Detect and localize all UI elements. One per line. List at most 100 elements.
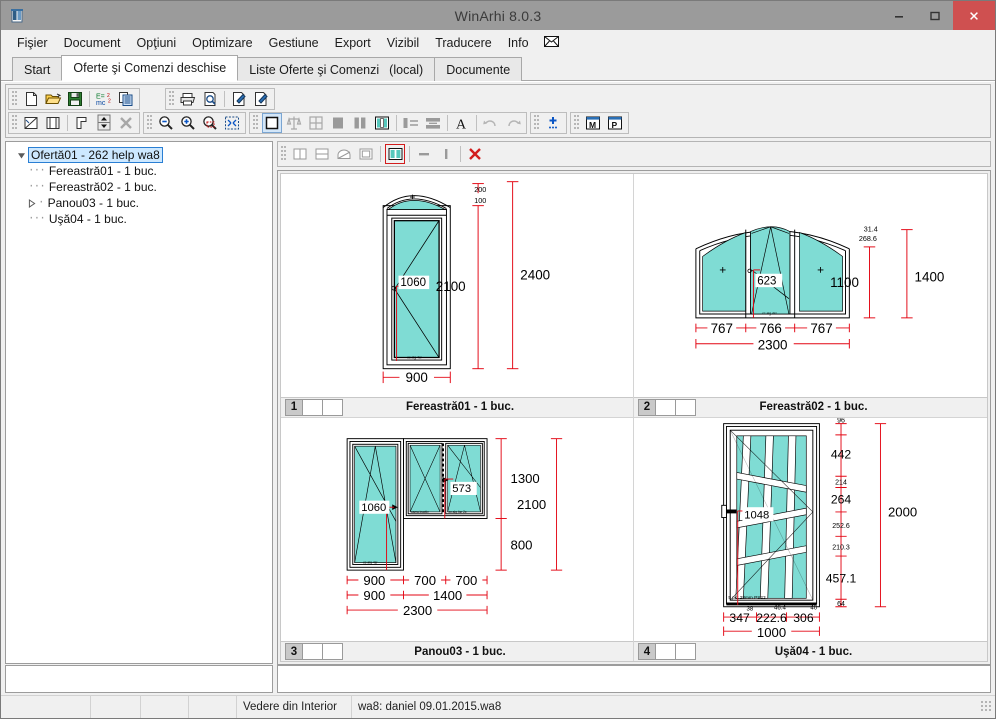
edit-document-icon[interactable]: [229, 89, 249, 109]
drawing-checkbox-b[interactable]: [676, 398, 696, 416]
menu-item-traducere[interactable]: Traducere: [427, 33, 500, 53]
drawing-canvas-wrap[interactable]: cc alg 4sr 1060 200 100 2100 2400 900 1 …: [277, 170, 991, 665]
two-pane-icon[interactable]: [350, 113, 370, 133]
toolbar-grip[interactable]: [574, 115, 579, 131]
corner-icon[interactable]: [72, 113, 92, 133]
menu-item-vizibil[interactable]: Vizibil: [379, 33, 427, 53]
tab-start[interactable]: Start: [12, 57, 63, 81]
menu-item-gestiune[interactable]: Gestiune: [261, 33, 327, 53]
resize-grip-icon[interactable]: [981, 701, 993, 713]
tree-node-panou03-row[interactable]: · Panou03 - 1 buc.: [6, 195, 272, 211]
arch-icon[interactable]: [334, 144, 354, 164]
menu-item-optiuni[interactable]: Opţiuni: [129, 33, 185, 53]
toolbar-grip[interactable]: [147, 115, 152, 131]
drawing-checkbox-b[interactable]: [323, 398, 343, 416]
menu-item-info[interactable]: Info: [500, 33, 537, 53]
menu-item-optimizare[interactable]: Optimizare: [184, 33, 260, 53]
zoom-in-icon[interactable]: [178, 113, 198, 133]
tree-node-fereastra02[interactable]: Fereastră02 - 1 buc.: [47, 180, 159, 194]
duplicate-icon[interactable]: [43, 113, 63, 133]
drawing-area-usa04[interactable]: 5 pct 28mm PS23 1048 38 46.4 40 347 222.…: [634, 418, 987, 642]
drawing-checkbox-b[interactable]: [676, 643, 696, 660]
tab-documente[interactable]: Documente: [434, 57, 523, 81]
tab-oferte-comenzi-deschise[interactable]: Oferte şi Comenzi deschise: [61, 55, 239, 81]
tree-node-fereastra02-row[interactable]: ··· Fereastră02 - 1 buc.: [6, 179, 272, 195]
text-icon[interactable]: A: [452, 113, 472, 133]
drawing-checkbox-b[interactable]: [323, 643, 343, 660]
delete-red-x-icon[interactable]: [465, 144, 485, 164]
new-document-icon[interactable]: [21, 89, 41, 109]
tree-node-panou03[interactable]: Panou03 - 1 buc.: [46, 196, 141, 210]
bottom-right-panel[interactable]: [277, 665, 991, 693]
mirror-icon[interactable]: [284, 113, 304, 133]
expander-collapsed-icon[interactable]: [24, 198, 38, 208]
print-preview-icon[interactable]: [200, 89, 220, 109]
tree-node-oferta01[interactable]: Ofertă01 - 262 help wa8: [28, 147, 163, 163]
toolbar-grip[interactable]: [12, 115, 17, 131]
two-sash-icon[interactable]: [385, 144, 405, 164]
toolbar-grip[interactable]: [534, 115, 539, 131]
single-view-icon[interactable]: [262, 113, 282, 133]
three-pane-icon[interactable]: [372, 113, 392, 133]
tree-node-fereastra01[interactable]: Fereastră01 - 1 buc.: [47, 164, 159, 178]
drawing-area-fereastra01[interactable]: cc alg 4sr 1060 200 100 2100 2400 900: [281, 174, 633, 397]
undo-icon[interactable]: [481, 113, 501, 133]
points-icon[interactable]: [543, 113, 563, 133]
drawing-canvas[interactable]: cc alg 4sr 1060 200 100 2100 2400 900 1 …: [280, 173, 988, 662]
toolbar-grip[interactable]: [12, 91, 17, 107]
expander-expanded-icon[interactable]: [14, 151, 28, 160]
drawing-checkbox-a[interactable]: [656, 398, 676, 416]
align-center-icon[interactable]: [423, 113, 443, 133]
drawing-area-fereastra02[interactable]: cc alg 4sr 623 31.4 268.6 1100 1400 767 …: [634, 174, 987, 397]
tree-node-usa04[interactable]: Uşă04 - 1 buc.: [47, 212, 129, 226]
measure-icon[interactable]: [21, 113, 41, 133]
toolbar-grip[interactable]: [253, 115, 258, 131]
split-vertical-icon[interactable]: [290, 144, 310, 164]
tree-node-fereastra01-row[interactable]: ··· Fereastră01 - 1 buc.: [6, 163, 272, 179]
toolbar-separator: [67, 115, 68, 131]
menu-item-fisier[interactable]: Fişier: [9, 33, 56, 53]
tree-node-usa04-row[interactable]: ··· Uşă04 - 1 buc.: [6, 211, 272, 227]
fill-solid-icon[interactable]: [328, 113, 348, 133]
drawing-checkbox-a[interactable]: [656, 643, 676, 660]
drawing-area-panou03[interactable]: cc alg 4sr 1060 cama inactiv cc alg 4sr …: [281, 418, 633, 642]
drawing-cell-1[interactable]: cc alg 4sr 1060 200 100 2100 2400 900 1 …: [281, 174, 634, 418]
align-left-icon[interactable]: [401, 113, 421, 133]
spinner-icon[interactable]: [94, 113, 114, 133]
save-disk-icon[interactable]: [65, 89, 85, 109]
mail-icon[interactable]: [537, 34, 566, 52]
delete-x-icon[interactable]: [116, 113, 136, 133]
vertical-bar-icon[interactable]: [436, 144, 456, 164]
tree-root-row[interactable]: Ofertă01 - 262 help wa8: [6, 147, 272, 163]
svg-text:767: 767: [711, 321, 733, 336]
drawing-cell-3[interactable]: cc alg 4sr 1060 cama inactiv cc alg 4sr …: [281, 417, 634, 661]
frame-icon[interactable]: [356, 144, 376, 164]
drawing-checkbox-a[interactable]: [303, 398, 323, 416]
copy-icon[interactable]: [116, 89, 136, 109]
edit-document2-icon[interactable]: [251, 89, 271, 109]
p-window-icon[interactable]: P: [605, 113, 625, 133]
offer-tree[interactable]: Ofertă01 - 262 help wa8 ··· Fereastră01 …: [5, 141, 273, 664]
drawing-cell-2[interactable]: cc alg 4sr 623 31.4 268.6 1100 1400 767 …: [634, 174, 987, 418]
redo-icon[interactable]: [503, 113, 523, 133]
toolbar-grip[interactable]: [281, 146, 286, 162]
formula-icon[interactable]: E= 2 mc 2: [94, 89, 114, 109]
zoom-fit-icon[interactable]: [222, 113, 242, 133]
drawing-checkbox-a[interactable]: [303, 643, 323, 660]
bottom-left-panel[interactable]: [5, 665, 273, 693]
menu-item-document[interactable]: Document: [56, 33, 129, 53]
print-icon[interactable]: [178, 89, 198, 109]
application-window: WinArhi 8.0.3 Fişier Document Opţiuni Op…: [0, 0, 996, 719]
tab-liste-oferte-comenzi[interactable]: Liste Oferte şi Comenzi (local): [237, 57, 436, 81]
open-folder-icon[interactable]: [43, 89, 63, 109]
zoom-region-icon[interactable]: [200, 113, 220, 133]
m-window-icon[interactable]: M: [583, 113, 603, 133]
grid-icon[interactable]: [306, 113, 326, 133]
svg-text:214: 214: [835, 479, 847, 486]
menu-item-export[interactable]: Export: [327, 33, 379, 53]
toolbar-grip[interactable]: [169, 91, 174, 107]
drawing-cell-4[interactable]: 5 pct 28mm PS23 1048 38 46.4 40 347 222.…: [634, 418, 987, 661]
split-horizontal-icon[interactable]: [312, 144, 332, 164]
zoom-out-icon[interactable]: [156, 113, 176, 133]
horizontal-bar-icon[interactable]: [414, 144, 434, 164]
